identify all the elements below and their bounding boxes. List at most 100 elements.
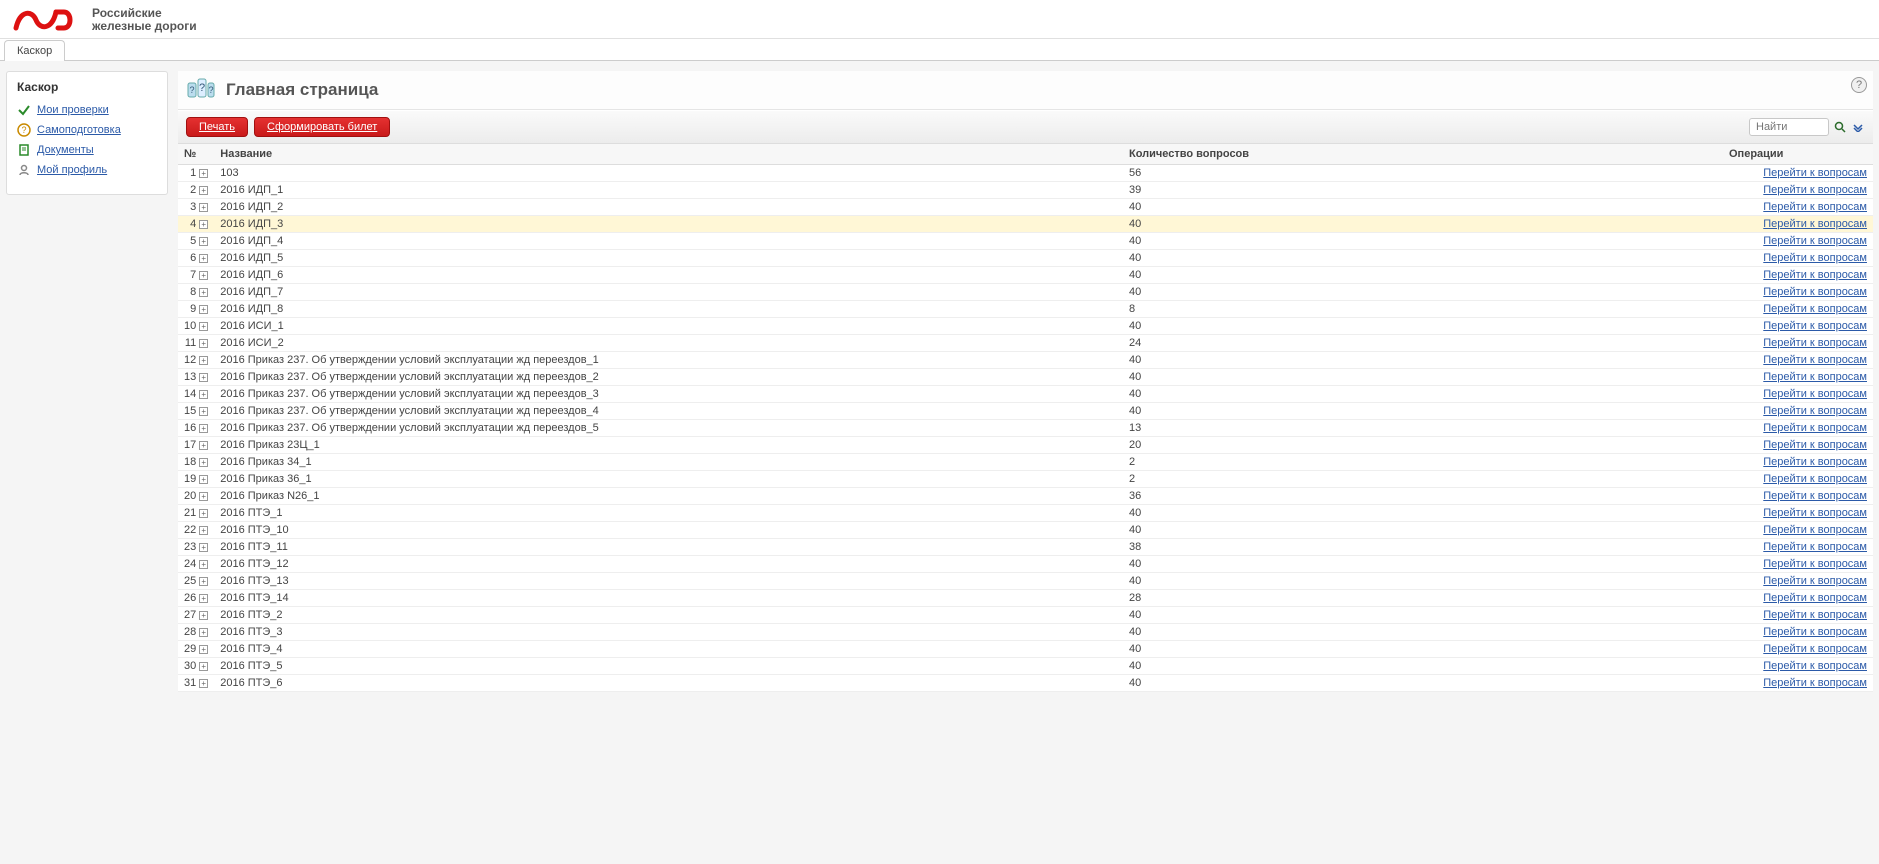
expand-icon[interactable]: + [199,458,208,467]
go-to-questions-link[interactable]: Перейти к вопросам [1763,286,1867,298]
help-button[interactable]: ? [1851,77,1867,93]
expand-icon[interactable]: + [199,526,208,535]
go-to-questions-link[interactable]: Перейти к вопросам [1763,252,1867,264]
go-to-questions-link[interactable]: Перейти к вопросам [1763,337,1867,349]
tab-kaskor[interactable]: Каскор [4,40,65,61]
table-row[interactable]: 4+2016 ИДП_340Перейти к вопросам [178,216,1873,233]
table-row[interactable]: 21+2016 ПТЭ_140Перейти к вопросам [178,505,1873,522]
table-row[interactable]: 20+2016 Приказ N26_136Перейти к вопросам [178,488,1873,505]
go-to-questions-link[interactable]: Перейти к вопросам [1763,235,1867,247]
expand-icon[interactable]: + [199,237,208,246]
go-to-questions-link[interactable]: Перейти к вопросам [1763,218,1867,230]
table-row[interactable]: 19+2016 Приказ 36_12Перейти к вопросам [178,471,1873,488]
table-row[interactable]: 10+2016 ИСИ_140Перейти к вопросам [178,318,1873,335]
sidebar-item-profile[interactable]: Мой профиль [17,160,157,180]
table-row[interactable]: 29+2016 ПТЭ_440Перейти к вопросам [178,641,1873,658]
go-to-questions-link[interactable]: Перейти к вопросам [1763,473,1867,485]
expand-icon[interactable]: + [199,611,208,620]
table-row[interactable]: 15+2016 Приказ 237. Об утверждении услов… [178,403,1873,420]
expand-icon[interactable]: + [199,662,208,671]
expand-icon[interactable]: + [199,322,208,331]
col-header-qcount[interactable]: Количество вопросов [1123,144,1723,165]
go-to-questions-link[interactable]: Перейти к вопросам [1763,660,1867,672]
sidebar-item-documents[interactable]: Документы [17,140,157,160]
table-row[interactable]: 22+2016 ПТЭ_1040Перейти к вопросам [178,522,1873,539]
table-row[interactable]: 18+2016 Приказ 34_12Перейти к вопросам [178,454,1873,471]
col-header-name[interactable]: Название [214,144,1123,165]
table-row[interactable]: 2+2016 ИДП_139Перейти к вопросам [178,182,1873,199]
search-input[interactable] [1749,118,1829,136]
go-to-questions-link[interactable]: Перейти к вопросам [1763,626,1867,638]
table-row[interactable]: 24+2016 ПТЭ_1240Перейти к вопросам [178,556,1873,573]
table-row[interactable]: 13+2016 Приказ 237. Об утверждении услов… [178,369,1873,386]
go-to-questions-link[interactable]: Перейти к вопросам [1763,558,1867,570]
go-to-questions-link[interactable]: Перейти к вопросам [1763,405,1867,417]
form-ticket-button[interactable]: Сформировать билет [254,117,390,137]
table-row[interactable]: 6+2016 ИДП_540Перейти к вопросам [178,250,1873,267]
col-header-num[interactable]: № [178,144,214,165]
expand-icon[interactable]: + [199,288,208,297]
expand-icon[interactable]: + [199,424,208,433]
go-to-questions-link[interactable]: Перейти к вопросам [1763,303,1867,315]
go-to-questions-link[interactable]: Перейти к вопросам [1763,422,1867,434]
go-to-questions-link[interactable]: Перейти к вопросам [1763,456,1867,468]
expand-filter-icon[interactable] [1851,120,1865,134]
expand-icon[interactable]: + [199,203,208,212]
go-to-questions-link[interactable]: Перейти к вопросам [1763,677,1867,689]
expand-icon[interactable]: + [199,254,208,263]
expand-icon[interactable]: + [199,475,208,484]
print-button[interactable]: Печать [186,117,248,137]
expand-icon[interactable]: + [199,407,208,416]
go-to-questions-link[interactable]: Перейти к вопросам [1763,592,1867,604]
go-to-questions-link[interactable]: Перейти к вопросам [1763,184,1867,196]
table-row[interactable]: 23+2016 ПТЭ_1138Перейти к вопросам [178,539,1873,556]
table-row[interactable]: 8+2016 ИДП_740Перейти к вопросам [178,284,1873,301]
expand-icon[interactable]: + [199,679,208,688]
expand-icon[interactable]: + [199,560,208,569]
expand-icon[interactable]: + [199,628,208,637]
table-row[interactable]: 27+2016 ПТЭ_240Перейти к вопросам [178,607,1873,624]
go-to-questions-link[interactable]: Перейти к вопросам [1763,541,1867,553]
expand-icon[interactable]: + [199,356,208,365]
table-row[interactable]: 3+2016 ИДП_240Перейти к вопросам [178,199,1873,216]
table-row[interactable]: 1+10356Перейти к вопросам [178,165,1873,182]
table-row[interactable]: 12+2016 Приказ 237. Об утверждении услов… [178,352,1873,369]
table-row[interactable]: 30+2016 ПТЭ_540Перейти к вопросам [178,658,1873,675]
go-to-questions-link[interactable]: Перейти к вопросам [1763,388,1867,400]
table-row[interactable]: 14+2016 Приказ 237. Об утверждении услов… [178,386,1873,403]
go-to-questions-link[interactable]: Перейти к вопросам [1763,269,1867,281]
go-to-questions-link[interactable]: Перейти к вопросам [1763,439,1867,451]
sidebar-item-my-checks[interactable]: Мои проверки [17,100,157,120]
search-go-icon[interactable] [1833,120,1847,134]
table-row[interactable]: 11+2016 ИСИ_224Перейти к вопросам [178,335,1873,352]
expand-icon[interactable]: + [199,509,208,518]
go-to-questions-link[interactable]: Перейти к вопросам [1763,524,1867,536]
go-to-questions-link[interactable]: Перейти к вопросам [1763,490,1867,502]
expand-icon[interactable]: + [199,169,208,178]
go-to-questions-link[interactable]: Перейти к вопросам [1763,371,1867,383]
go-to-questions-link[interactable]: Перейти к вопросам [1763,201,1867,213]
go-to-questions-link[interactable]: Перейти к вопросам [1763,167,1867,179]
sidebar-item-selfprep[interactable]: ? Самоподготовка [17,120,157,140]
table-row[interactable]: 28+2016 ПТЭ_340Перейти к вопросам [178,624,1873,641]
expand-icon[interactable]: + [199,186,208,195]
table-row[interactable]: 16+2016 Приказ 237. Об утверждении услов… [178,420,1873,437]
expand-icon[interactable]: + [199,645,208,654]
expand-icon[interactable]: + [199,594,208,603]
go-to-questions-link[interactable]: Перейти к вопросам [1763,575,1867,587]
go-to-questions-link[interactable]: Перейти к вопросам [1763,354,1867,366]
expand-icon[interactable]: + [199,305,208,314]
table-row[interactable]: 5+2016 ИДП_440Перейти к вопросам [178,233,1873,250]
expand-icon[interactable]: + [199,271,208,280]
expand-icon[interactable]: + [199,441,208,450]
expand-icon[interactable]: + [199,543,208,552]
expand-icon[interactable]: + [199,373,208,382]
table-row[interactable]: 25+2016 ПТЭ_1340Перейти к вопросам [178,573,1873,590]
col-header-ops[interactable]: Операции [1723,144,1873,165]
go-to-questions-link[interactable]: Перейти к вопросам [1763,320,1867,332]
table-row[interactable]: 26+2016 ПТЭ_1428Перейти к вопросам [178,590,1873,607]
go-to-questions-link[interactable]: Перейти к вопросам [1763,643,1867,655]
expand-icon[interactable]: + [199,339,208,348]
table-row[interactable]: 7+2016 ИДП_640Перейти к вопросам [178,267,1873,284]
go-to-questions-link[interactable]: Перейти к вопросам [1763,609,1867,621]
